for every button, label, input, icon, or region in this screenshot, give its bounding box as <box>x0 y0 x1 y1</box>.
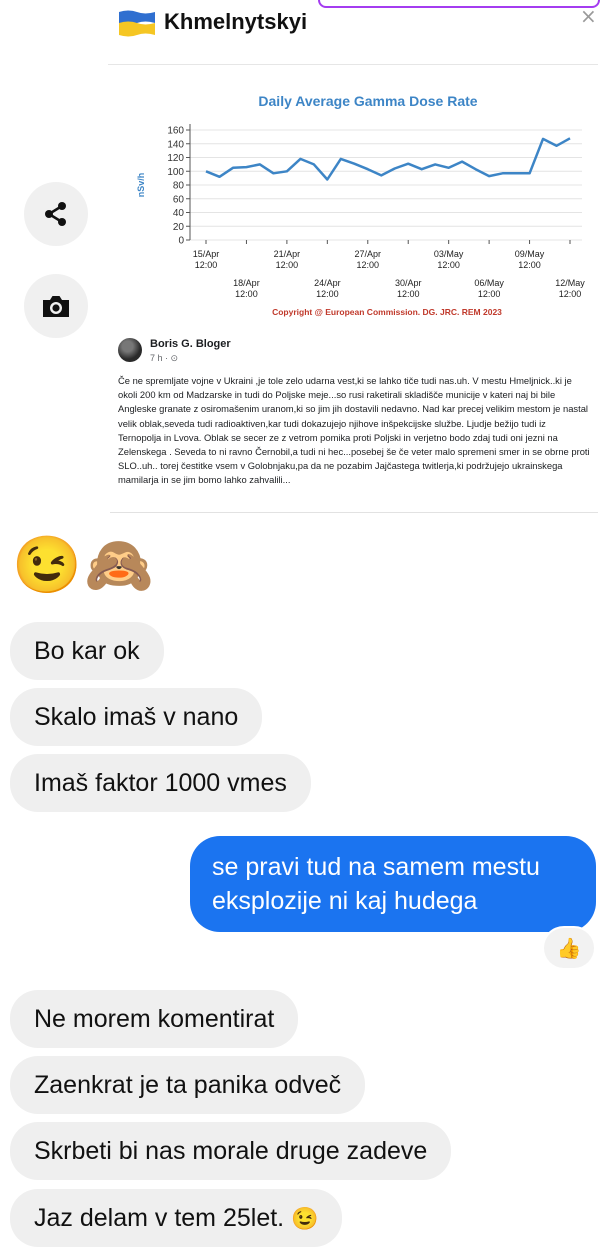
x-tick-label: 12:00 <box>276 260 299 270</box>
data-series-line <box>205 137 571 181</box>
message-bubble[interactable]: Bo kar ok <box>10 622 164 680</box>
dose-rate-chart: Daily Average Gamma Dose Rate nSv/h 0 20 40 6… <box>108 82 598 327</box>
share-button[interactable] <box>24 182 88 246</box>
post-time: 7 h · ⊙ <box>150 353 179 363</box>
message-bubble[interactable]: Imaš faktor 1000 vmes <box>10 754 311 812</box>
x-tick-label: 12/May <box>555 278 585 288</box>
share-icon <box>45 202 66 226</box>
wink-emoji: 😉 <box>12 533 82 596</box>
thumbs-up-icon: 👍 <box>556 937 582 960</box>
x-tick-label: 30/Apr <box>395 278 422 288</box>
wink-emoji: 😉 <box>291 1206 319 1231</box>
x-tick-label: 09/May <box>515 249 545 259</box>
see-no-evil-emoji: 🙈 <box>84 533 154 596</box>
chart-title: Daily Average Gamma Dose Rate <box>258 93 477 109</box>
x-tick-label: 15/Apr <box>193 249 220 259</box>
x-tick-label: 12:00 <box>357 260 380 270</box>
ukraine-flag-icon <box>119 10 155 37</box>
y-axis-label: nSv/h <box>136 173 146 198</box>
message-bubble[interactable]: Jaz delam v tem 25let. 😉 <box>10 1189 343 1247</box>
x-tick-label: 12:00 <box>437 260 460 270</box>
x-tick-label: 12:00 <box>195 260 218 270</box>
y-tick-label: 100 <box>167 167 184 178</box>
y-tick-label: 160 <box>167 126 184 137</box>
y-tick-label: 80 <box>173 181 185 192</box>
camera-button[interactable] <box>24 274 88 338</box>
x-tick-label: 12:00 <box>397 289 420 299</box>
post-text: Če ne spremljate vojne v Ukraini ,je tol… <box>118 375 590 486</box>
divider <box>108 64 598 65</box>
y-tick-label: 0 <box>178 236 184 247</box>
close-icon[interactable]: × <box>580 4 597 28</box>
x-tick-label: 12:00 <box>559 289 582 299</box>
y-tick-label: 20 <box>173 222 185 233</box>
chart-copyright: Copyright @ European Commission. DG. JRC… <box>272 307 502 317</box>
x-tick-label: 12:00 <box>478 289 501 299</box>
sent-message-bubble[interactable]: se pravi tud na samem mestu eksplozije n… <box>190 836 596 932</box>
avatar <box>118 338 142 362</box>
chart-svg: Daily Average Gamma Dose Rate nSv/h 0 20 40 6… <box>136 93 585 317</box>
x-tick-label: 12:00 <box>518 260 541 270</box>
x-tick-label: 18/Apr <box>233 278 260 288</box>
x-tick-label: 24/Apr <box>314 278 341 288</box>
x-tick-label: 21/Apr <box>274 249 301 259</box>
x-tick-label: 06/May <box>474 278 504 288</box>
x-tick-label: 12:00 <box>316 289 339 299</box>
x-tick-label: 03/May <box>434 249 464 259</box>
reaction-badge[interactable]: 👍 <box>544 928 594 968</box>
y-tick-label: 40 <box>173 208 185 219</box>
post-author[interactable]: Boris G. Bloger <box>150 338 231 350</box>
camera-icon <box>43 296 69 317</box>
message-text: Jaz delam v tem 25let. <box>34 1204 285 1232</box>
y-tick-label: 120 <box>167 153 184 164</box>
shared-post[interactable]: Boris G. Bloger 7 h · ⊙ Če ne spremljate… <box>110 330 598 513</box>
y-tick-label: 140 <box>167 139 184 150</box>
y-tick-label: 60 <box>173 194 185 205</box>
x-tick-label: 12:00 <box>235 289 258 299</box>
message-bubble[interactable]: Skrbeti bi nas morale druge zadeve <box>10 1122 452 1180</box>
location-title: Khmelnytskyi <box>164 9 308 34</box>
message-bubble[interactable]: Ne morem komentirat <box>10 990 299 1048</box>
message-bubble[interactable]: Skalo imaš v nano <box>10 688 263 746</box>
top-input-pill[interactable] <box>318 0 600 8</box>
message-bubble[interactable]: Zaenkrat je ta panika odveč <box>10 1056 366 1114</box>
x-tick-label: 27/Apr <box>355 249 382 259</box>
